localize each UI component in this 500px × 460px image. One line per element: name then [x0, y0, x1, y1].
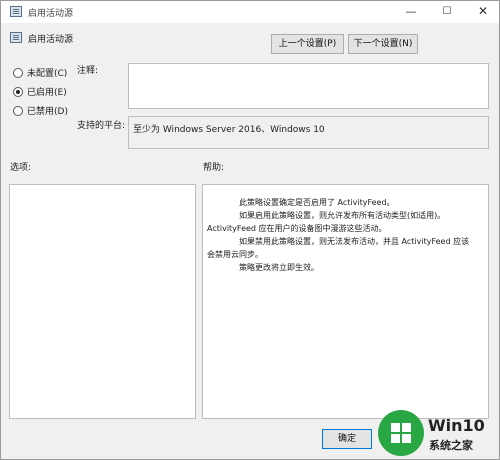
radio-circle[interactable] [13, 86, 23, 97]
help-paragraph: 此策略设置确定是否启用了 ActivityFeed。 [239, 198, 395, 207]
supported-platform-value: 至少为 Windows Server 2016、Windows 10 [133, 125, 325, 135]
comment-label: 注释: [77, 66, 99, 76]
help-label: 帮助: [203, 163, 225, 173]
next-setting-button[interactable]: 下一个设置(N) [348, 34, 418, 54]
watermark: Win10 系统之家 [378, 410, 496, 456]
radio-label: 已禁用(D) [27, 107, 68, 117]
radio-label: 已启用(E) [27, 88, 67, 98]
radio-label: 未配置(C) [27, 69, 68, 79]
supported-platform-field: 至少为 Windows Server 2016、Windows 10 [128, 116, 489, 149]
ok-button[interactable]: 确定 [322, 429, 372, 449]
radio-disabled[interactable]: 已禁用(D) [13, 104, 68, 117]
radio-circle[interactable] [13, 105, 23, 116]
watermark-circle [378, 410, 424, 456]
close-button[interactable]: ✕ [465, 1, 500, 23]
help-paragraph: 策略更改将立即生效。 [239, 263, 319, 272]
help-paragraph: 如果禁用此策略设置，则无法发布活动，并且 ActivityFeed 应该会禁用云… [207, 237, 470, 259]
supported-platform-label: 支持的平台: [77, 121, 126, 131]
minimize-button[interactable]: — [393, 1, 429, 23]
previous-setting-button[interactable]: 上一个设置(P) [271, 34, 344, 54]
setting-title: 启用活动源 [28, 35, 74, 45]
help-pane[interactable]: 此策略设置确定是否启用了 ActivityFeed。 如果启用此策略设置，则允许… [202, 184, 489, 419]
options-pane[interactable] [9, 184, 196, 419]
policy-icon [10, 32, 22, 43]
dialog-scrollbar[interactable] [489, 63, 499, 419]
policy-dialog: 启用活动源 — ☐ ✕ 启用活动源 上一个设置(P) 下一个设置(N) 未配置(… [0, 0, 500, 460]
radio-circle[interactable] [13, 67, 23, 78]
policy-icon [10, 6, 22, 17]
watermark-subtitle: 系统之家 [429, 439, 473, 452]
comment-textarea[interactable] [128, 63, 489, 109]
radio-enabled[interactable]: 已启用(E) [13, 85, 67, 98]
options-label: 选项: [10, 163, 32, 173]
title-bar[interactable]: 启用活动源 — ☐ ✕ [1, 1, 499, 23]
window-title: 启用活动源 [28, 9, 74, 19]
radio-not-configured[interactable]: 未配置(C) [13, 66, 67, 79]
maximize-button[interactable]: ☐ [429, 1, 465, 23]
help-paragraph: 如果启用此策略设置，则允许发布所有活动类型(如适用)。ActivityFeed … [207, 211, 446, 233]
windows-logo-icon [391, 423, 411, 443]
watermark-brand: Win10 [428, 416, 485, 435]
